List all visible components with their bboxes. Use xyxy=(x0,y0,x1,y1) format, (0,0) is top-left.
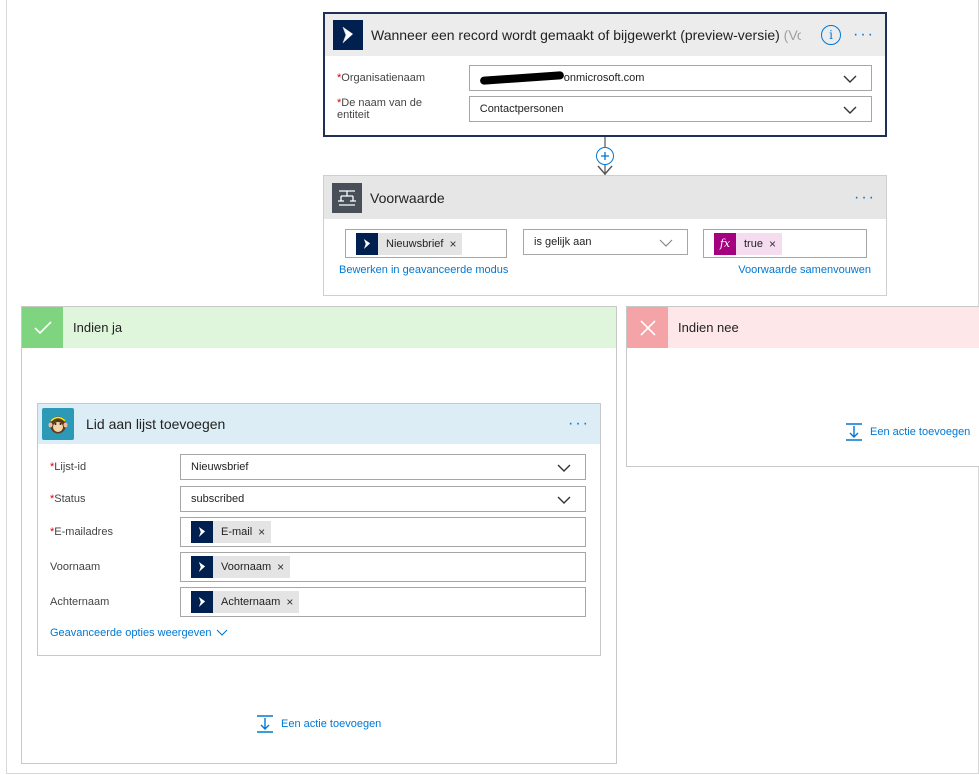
list-row: *Lijst-id Nieuwsbrief xyxy=(50,454,586,480)
org-row: *Organisatienaam onmicrosoft.com xyxy=(337,65,872,91)
lastname-row: Achternaam Achternaam × xyxy=(50,587,586,617)
remove-token-icon[interactable]: × xyxy=(258,525,265,539)
condition-icon xyxy=(332,182,362,213)
dynamics-icon xyxy=(356,232,378,255)
dynamics-icon xyxy=(191,556,213,578)
redaction-mark xyxy=(479,71,564,85)
token-nieuwsbrief[interactable]: Nieuwsbrief × xyxy=(356,232,463,255)
list-label: *Lijst-id xyxy=(50,461,87,473)
email-label: *E-mailadres xyxy=(50,526,113,538)
add-action-button[interactable]: Een actie toevoegen xyxy=(255,715,381,733)
more-options-icon[interactable]: ··· xyxy=(568,415,590,433)
entity-label: *De naam van de entiteit xyxy=(337,97,422,121)
condition-title: Voorwaarde xyxy=(370,189,445,206)
collapse-condition-link[interactable]: Voorwaarde samenvouwen xyxy=(738,264,871,276)
dynamics-icon xyxy=(333,20,363,50)
status-row: *Status subscribed xyxy=(50,486,586,512)
org-select[interactable]: onmicrosoft.com xyxy=(468,65,872,91)
email-row: *E-mailadres E-mail × xyxy=(50,517,586,547)
branch-no: Indien nee Een actie toevoegen xyxy=(626,306,979,467)
info-icon[interactable]: i xyxy=(821,25,841,45)
edit-advanced-link[interactable]: Bewerken in geavanceerde modus xyxy=(339,264,508,276)
advanced-options-link[interactable]: Geavanceerde opties weergeven xyxy=(50,627,228,639)
chevron-down-icon xyxy=(843,106,857,114)
branch-yes: Indien ja Lid aan lijst toevoegen ··· *L… xyxy=(21,306,617,764)
condition-operator-select[interactable]: is gelijk aan xyxy=(523,229,688,255)
add-action-icon xyxy=(846,423,862,441)
action-card[interactable]: Lid aan lijst toevoegen ··· *Lijst-id Ni… xyxy=(37,403,601,656)
token-voornaam[interactable]: Voornaam × xyxy=(191,556,291,578)
check-icon xyxy=(22,307,63,348)
firstname-label: Voornaam xyxy=(50,561,101,573)
remove-token-icon[interactable]: × xyxy=(769,237,776,251)
condition-right-operand[interactable]: fx true × xyxy=(703,229,867,258)
action-title: Lid aan lijst toevoegen xyxy=(86,416,226,432)
trigger-card[interactable]: Wanneer een record wordt gemaakt of bijg… xyxy=(323,12,887,137)
email-field[interactable]: E-mail × xyxy=(180,517,586,547)
action-header[interactable]: Lid aan lijst toevoegen ··· xyxy=(38,404,600,444)
condition-card[interactable]: Voorwaarde ··· Nieuwsbrief × is gelijk aa… xyxy=(323,175,887,296)
add-action-icon xyxy=(257,715,273,733)
token-achternaam[interactable]: Achternaam × xyxy=(191,591,300,613)
firstname-row: Voornaam Voornaam × xyxy=(50,552,586,582)
lastname-field[interactable]: Achternaam × xyxy=(180,587,586,617)
remove-token-icon[interactable]: × xyxy=(286,595,293,609)
token-true[interactable]: fx true × xyxy=(714,232,782,255)
remove-token-icon[interactable]: × xyxy=(449,237,456,251)
trigger-header[interactable]: Wanneer een record wordt gemaakt of bijg… xyxy=(325,14,885,56)
chevron-down-icon xyxy=(557,496,571,504)
condition-left-operand[interactable]: Nieuwsbrief × xyxy=(345,229,507,258)
token-email[interactable]: E-mail × xyxy=(191,521,272,543)
remove-token-icon[interactable]: × xyxy=(277,560,284,574)
chevron-down-icon xyxy=(659,239,673,247)
entity-select[interactable]: Contactpersonen xyxy=(468,96,872,122)
status-label: *Status xyxy=(50,493,86,505)
trigger-title: Wanneer een record wordt gemaakt of bijg… xyxy=(371,27,801,43)
list-select[interactable]: Nieuwsbrief xyxy=(180,454,586,480)
condition-header[interactable]: Voorwaarde ··· xyxy=(324,176,886,219)
chevron-down-icon xyxy=(843,75,857,83)
lastname-label: Achternaam xyxy=(50,596,110,608)
close-icon xyxy=(627,307,668,348)
fx-icon: fx xyxy=(714,232,736,255)
chevron-down-icon xyxy=(217,629,228,636)
entity-row: *De naam van de entiteit Contactpersonen xyxy=(337,96,872,122)
branch-yes-title: Indien ja xyxy=(73,320,123,335)
dynamics-icon xyxy=(191,591,213,613)
org-label: *Organisatienaam xyxy=(337,72,426,84)
more-options-icon[interactable]: ··· xyxy=(854,189,876,207)
branch-yes-header[interactable]: Indien ja xyxy=(22,307,616,348)
add-action-button[interactable]: Een actie toevoegen xyxy=(844,423,970,441)
insert-step-icon[interactable] xyxy=(596,147,614,165)
branch-no-title: Indien nee xyxy=(678,320,739,335)
branch-no-header[interactable]: Indien nee xyxy=(627,307,979,348)
firstname-field[interactable]: Voornaam × xyxy=(180,552,586,582)
dynamics-icon xyxy=(191,521,213,543)
chevron-down-icon xyxy=(557,464,571,472)
more-options-icon[interactable]: ··· xyxy=(853,26,875,44)
status-select[interactable]: subscribed xyxy=(180,486,586,512)
mailchimp-icon xyxy=(42,408,74,440)
